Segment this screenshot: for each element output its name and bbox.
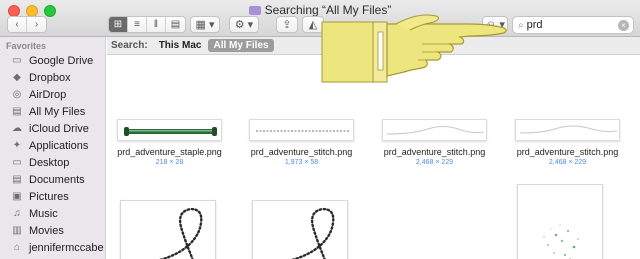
- cloud-icon: ☁: [12, 123, 22, 134]
- search-field[interactable]: ⌕ ×: [512, 16, 634, 34]
- sidebar-item-label: jennifermccabe: [29, 241, 104, 254]
- dotted-loop-image: [290, 207, 335, 259]
- file-dimensions: 2,468 × 229: [415, 159, 454, 166]
- dotted-loop-image: [158, 207, 203, 259]
- scope-label: Search:: [111, 40, 148, 51]
- sidebar-item-movies[interactable]: ▥ Movies: [0, 222, 106, 239]
- file-thumbnail-dotted-loop[interactable]: [120, 200, 216, 259]
- sidebar-item-label: Documents: [29, 173, 85, 186]
- file-grid: prd_adventure_staple.png 218 × 28 prd_ad…: [107, 56, 640, 259]
- sidebar-item-label: Dropbox: [29, 71, 71, 84]
- file-thumbnail: [249, 119, 354, 141]
- sidebar-item-documents[interactable]: ▤ Documents: [0, 171, 106, 188]
- icon-view-button[interactable]: ⊞: [109, 17, 128, 32]
- sidebar-item-pictures[interactable]: ▣ Pictures: [0, 188, 106, 205]
- sidebar-heading: Favorites: [6, 41, 47, 51]
- stitch-image: [386, 126, 485, 135]
- sidebar-item-desktop[interactable]: ▭ Desktop: [0, 154, 106, 171]
- sidebar-item-music[interactable]: ♫ Music: [0, 205, 106, 222]
- sidebar-item-label: All My Files: [29, 105, 86, 118]
- dropbox-icon: ◆: [13, 72, 21, 83]
- home-icon: ⌂: [13, 242, 21, 253]
- tags-button[interactable]: ◭: [302, 16, 324, 33]
- file-thumbnail: [382, 119, 487, 141]
- window-title: Searching “All My Files”: [264, 3, 392, 17]
- view-mode-control: ⊞ ≡ ‖ ▤: [108, 16, 186, 33]
- sidebar-item-label: iCloud Drive: [29, 122, 89, 135]
- column-view-button[interactable]: ‖: [147, 17, 166, 32]
- stitch-image: [519, 125, 618, 134]
- all-files-icon: ▤: [12, 106, 22, 117]
- music-icon: ♫: [13, 208, 21, 219]
- sidebar-item-icloud-drive[interactable]: ☁ iCloud Drive: [0, 120, 106, 137]
- emoji-menu-button[interactable]: ☺ ▾: [482, 16, 508, 33]
- action-gear-button[interactable]: ⚙ ▾: [229, 16, 259, 33]
- sidebar-item-home[interactable]: ⌂ jennifermccabe: [0, 239, 106, 256]
- back-forward-control: ‹ ›: [7, 16, 47, 33]
- sidebar-item-applications[interactable]: ✦ Applications: [0, 137, 106, 154]
- search-icon: ⌕: [518, 19, 524, 31]
- file-name: prd_adventure_stitch.png: [516, 147, 619, 157]
- sidebar-item-label: Pictures: [29, 190, 69, 203]
- sidebar-item-dropbox[interactable]: ◆ Dropbox: [0, 69, 106, 86]
- pictures-icon: ▣: [12, 191, 22, 202]
- sidebar-item-label: AirDrop: [29, 88, 67, 101]
- file-thumbnail: [515, 119, 620, 141]
- sidebar-item-label: Desktop: [29, 156, 70, 169]
- sidebar-item-label: Movies: [29, 224, 64, 237]
- share-button[interactable]: ⇪: [276, 16, 298, 33]
- back-button[interactable]: ‹: [8, 17, 27, 32]
- cover-flow-button[interactable]: ▤: [166, 17, 185, 32]
- file-name: prd_adventure_staple.png: [117, 147, 222, 157]
- scope-all-my-files[interactable]: All My Files: [208, 39, 274, 52]
- arrange-button[interactable]: ▦ ▾: [190, 16, 220, 33]
- file-thumbnail-speckle[interactable]: [517, 184, 603, 259]
- documents-icon: ▤: [12, 174, 22, 185]
- file-thumbnail-dotted-loop[interactable]: [252, 200, 348, 259]
- desktop-icon: ▭: [12, 157, 22, 168]
- sidebar-item-all-my-files[interactable]: ▤ All My Files: [0, 103, 106, 120]
- scope-this-mac[interactable]: This Mac: [154, 39, 207, 52]
- list-view-button[interactable]: ≡: [128, 17, 147, 32]
- sidebar-item-airdrop[interactable]: ◎ AirDrop: [0, 86, 106, 103]
- smart-folder-icon: [248, 6, 261, 15]
- file-name: prd_adventure_stitch.png: [250, 147, 353, 157]
- window-toolbar: Searching “All My Files” ‹ › ⊞ ≡ ‖ ▤ ▦ ▾…: [0, 0, 640, 37]
- movies-icon: ▥: [12, 225, 22, 236]
- forward-button[interactable]: ›: [27, 17, 46, 32]
- search-input[interactable]: [526, 19, 617, 31]
- stitch-image: [256, 130, 349, 132]
- file-thumbnail: [117, 119, 222, 141]
- window-title-bar: Searching “All My Files”: [0, 3, 640, 17]
- search-scope-bar: Search: This Mac All My Files: [107, 37, 640, 55]
- airdrop-icon: ◎: [12, 89, 22, 100]
- sidebar-item-label: Music: [29, 207, 58, 220]
- clear-search-icon[interactable]: ×: [618, 20, 629, 31]
- sidebar: Favorites ▭ Google Drive ◆ Dropbox ◎ Air…: [0, 37, 106, 259]
- folder-icon: ▭: [12, 55, 22, 66]
- staple-image: [124, 127, 217, 136]
- file-name: prd_adventure_stitch.png: [383, 147, 486, 157]
- sidebar-item-label: Google Drive: [29, 54, 94, 67]
- applications-icon: ✦: [12, 140, 22, 151]
- file-dimensions: 218 × 28: [155, 159, 184, 166]
- file-dimensions: 2,468 × 229: [548, 159, 587, 166]
- sidebar-item-label: Applications: [29, 139, 89, 152]
- sidebar-item-google-drive[interactable]: ▭ Google Drive: [0, 52, 106, 69]
- green-speckle-image: [543, 224, 579, 259]
- file-dimensions: 1,973 × 58: [284, 159, 319, 166]
